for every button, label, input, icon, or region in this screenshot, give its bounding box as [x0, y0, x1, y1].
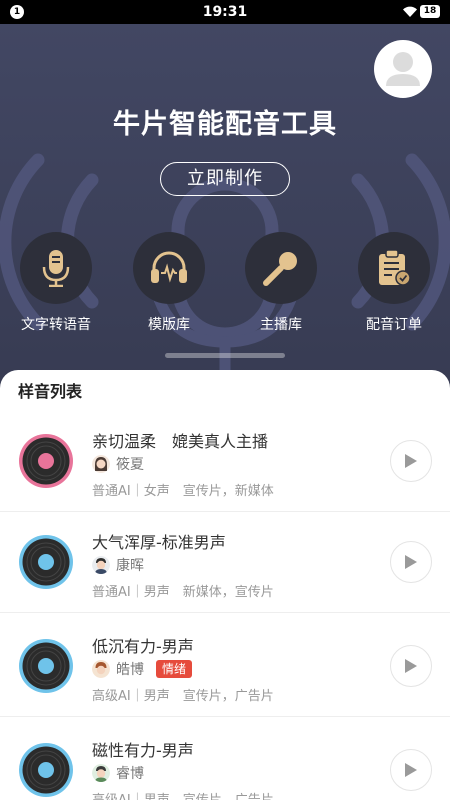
speaker-avatar [92, 455, 110, 473]
headphones-icon [151, 251, 187, 283]
speaker-name: 皓博 [116, 662, 144, 678]
play-button[interactable] [390, 749, 432, 791]
voice-meta: 普通AI｜女声 宣传片，新媒体 [92, 484, 274, 499]
speaker-name: 睿博 [116, 766, 144, 782]
vinyl-disc-icon [19, 434, 73, 488]
drag-handle[interactable] [165, 353, 285, 358]
voice-name: 亲切温柔 媲美真人主播 [92, 432, 269, 451]
male-avatar-icon [92, 764, 110, 782]
wifi-icon [403, 6, 417, 18]
speaker-info: 筱夏 [92, 455, 144, 473]
nav-label: 模版库 [148, 317, 190, 333]
nav-icon-circle [133, 232, 205, 304]
speaker-avatar [92, 660, 110, 678]
user-icon [386, 52, 420, 86]
voice-meta: 高级AI｜男声 宣传片，广告片 [92, 789, 274, 800]
karaoke-mic-icon [263, 252, 297, 286]
voice-meta: 普通AI｜男声 新媒体，宣传片 [92, 585, 274, 600]
nav-label: 文字转语音 [21, 317, 91, 333]
male-avatar-icon [92, 556, 110, 574]
voice-name: 低沉有力-男声 [92, 637, 194, 656]
vinyl-disc-icon [19, 535, 73, 589]
voice-name: 磁性有力-男声 [92, 741, 194, 760]
play-icon [405, 659, 417, 673]
play-button[interactable] [390, 645, 432, 687]
nav-anchor-library[interactable]: 主播库 [231, 232, 331, 334]
header-banner: 牛片智能配音工具 立即制作 文字转语音 模版库 主播库 配音订单 [0, 24, 450, 400]
female-avatar-icon [92, 455, 110, 473]
nav-icon-circle [20, 232, 92, 304]
clipboard-check-icon [379, 249, 411, 286]
nav-icon-circle [358, 232, 430, 304]
nav-template-library[interactable]: 模版库 [119, 232, 219, 334]
play-button[interactable] [390, 541, 432, 583]
play-icon [405, 454, 417, 468]
voice-name: 大气浑厚-标准男声 [92, 533, 226, 552]
microphone-icon [42, 250, 70, 287]
speaker-name: 筱夏 [116, 457, 144, 473]
user-avatar[interactable] [374, 40, 432, 98]
app-title: 牛片智能配音工具 [113, 109, 337, 140]
status-time: 19:31 [202, 4, 248, 20]
play-button[interactable] [390, 440, 432, 482]
nav-dubbing-orders[interactable]: 配音订单 [344, 232, 444, 334]
nav-label: 主播库 [260, 317, 302, 333]
vinyl-disc-icon [19, 743, 73, 797]
speaker-info: 康晖 [92, 556, 144, 574]
list-item[interactable]: 磁性有力-男声 睿博 高级AI｜男声 宣传片，广告片 [0, 717, 450, 800]
speaker-avatar [92, 764, 110, 782]
sample-list-sheet: 样音列表 亲切温柔 媲美真人主播 筱夏 普通AI｜女声 宣传片，新媒体 大气浑厚… [0, 370, 450, 800]
nav-icon-circle [245, 232, 317, 304]
section-title: 样音列表 [18, 382, 83, 401]
list-item[interactable]: 低沉有力-男声 皓博 情绪 高级AI｜男声 宣传片，广告片 [0, 613, 450, 717]
male-avatar-icon [92, 660, 110, 678]
voice-meta: 高级AI｜男声 宣传片，广告片 [92, 689, 274, 704]
speaker-name: 康晖 [116, 558, 144, 574]
make-now-button[interactable]: 立即制作 [160, 162, 290, 196]
play-icon [405, 555, 417, 569]
status-bar: 1 19:31 18 [0, 0, 450, 24]
speaker-info: 睿博 [92, 764, 144, 782]
battery-indicator: 18 [420, 5, 440, 18]
list-item[interactable]: 亲切温柔 媲美真人主播 筱夏 普通AI｜女声 宣传片，新媒体 [0, 408, 450, 512]
speaker-avatar [92, 556, 110, 574]
nav-text-to-speech[interactable]: 文字转语音 [6, 232, 106, 334]
list-item[interactable]: 大气浑厚-标准男声 康晖 普通AI｜男声 新媒体，宣传片 [0, 509, 450, 613]
vinyl-disc-icon [19, 639, 73, 693]
nav-label: 配音订单 [366, 317, 422, 333]
play-icon [405, 763, 417, 777]
emotion-tag: 情绪 [156, 660, 193, 678]
speaker-info: 皓博 情绪 [92, 660, 193, 678]
